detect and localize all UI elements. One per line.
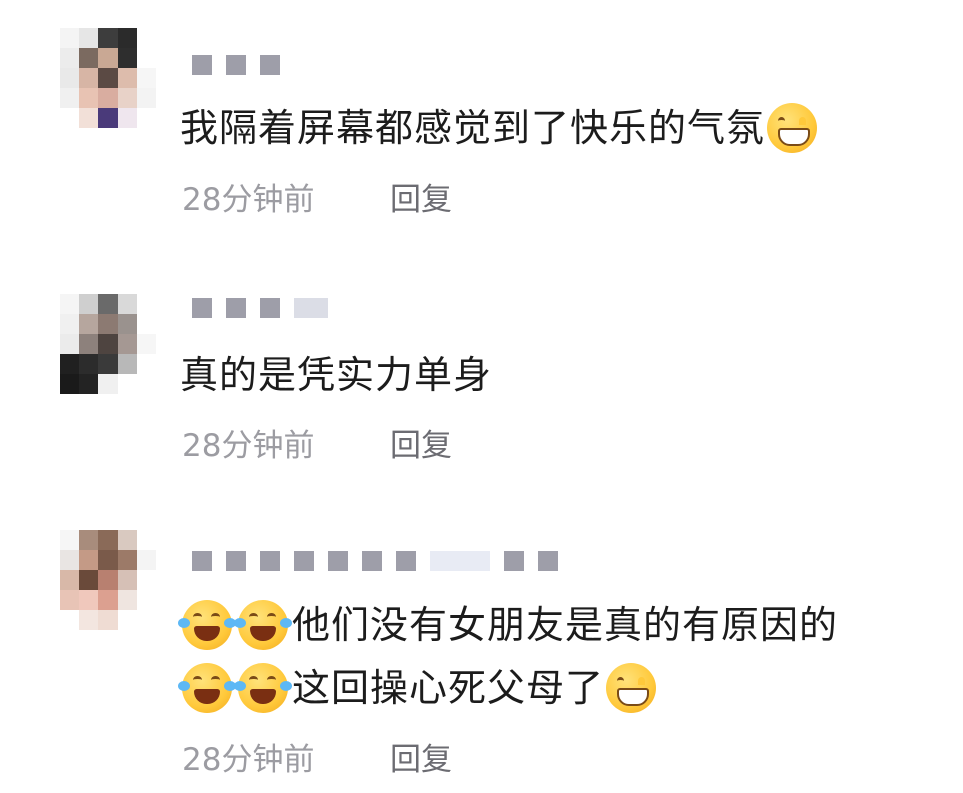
reply-button[interactable]: 回复 [390,740,452,780]
redaction-block [396,551,416,571]
redaction-block [504,551,524,571]
redaction-block [192,551,212,571]
face-with-tears-of-joy-icon [178,600,236,650]
redaction-block [260,551,280,571]
redaction-block [362,551,382,571]
redaction-block [430,551,490,571]
redaction-block [294,551,314,571]
comment-text-line-2: 这回操心死父母了 [178,660,660,716]
comment-text-line-1: 他们没有女朋友是真的有原因的 [178,597,839,653]
redaction-block [538,551,558,571]
avatar[interactable] [60,530,156,630]
username-redacted[interactable] [192,550,558,572]
comment-list: 我隔着屏幕都感觉到了快乐的气氛 28分钟前 回复 真的是凭实力单身 28分钟前 [0,0,963,793]
comment-text-content: 这回操心死父母了 [292,666,605,710]
comment-item: 他们没有女朋友是真的有原因的 这回操心死父母了 28分钟前 回复 [0,0,963,793]
face-with-tears-of-joy-icon [234,663,292,713]
comment-time: 28分钟前 [182,742,315,778]
comment-meta: 28分钟前 回复 [182,740,452,780]
grinning-sweat-icon [606,663,657,713]
redaction-block [226,551,246,571]
redaction-block [328,551,348,571]
face-with-tears-of-joy-icon [234,600,292,650]
comment-text-content: 他们没有女朋友是真的有原因的 [292,603,839,647]
face-with-tears-of-joy-icon [178,663,236,713]
